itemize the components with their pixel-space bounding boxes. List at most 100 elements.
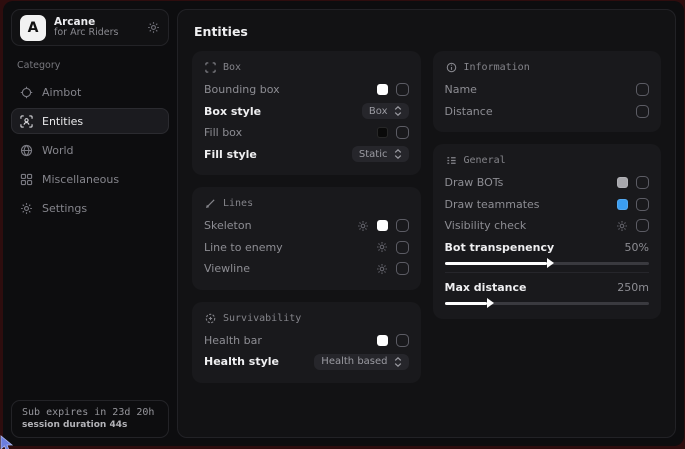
- setting-label: Health bar: [204, 334, 377, 347]
- fill-box-checkbox[interactable]: [396, 126, 409, 139]
- draw-teammates-checkbox[interactable]: [636, 198, 649, 211]
- bounding-box-checkbox[interactable]: [396, 83, 409, 96]
- updown-arrows-icon: [394, 149, 402, 159]
- updown-arrows-icon: [394, 106, 402, 116]
- setting-label: Max distance: [445, 281, 618, 294]
- page-title: Entities: [194, 24, 661, 39]
- sidebar-item-label: Miscellaneous: [42, 173, 119, 186]
- section-title: Survivability: [223, 313, 301, 324]
- brand-gear-icon[interactable]: [147, 21, 160, 34]
- setting-label: Bounding box: [204, 83, 377, 96]
- updown-arrows-icon: [394, 357, 402, 367]
- color-swatch[interactable]: [377, 335, 388, 346]
- setting-label: Fill box: [204, 126, 377, 139]
- sidebar-item-settings[interactable]: Settings: [11, 195, 169, 221]
- sidebar-item-label: World: [42, 144, 74, 157]
- sidebar-item-label: Entities: [42, 115, 83, 128]
- setting-row-health-bar: Health bar: [204, 330, 409, 352]
- setting-row-box-style: Box style Box: [204, 101, 409, 123]
- setting-label: Box style: [204, 105, 362, 118]
- setting-row-draw-teammates: Draw teammates: [445, 194, 650, 216]
- app-logo: A: [20, 15, 46, 41]
- divider: [445, 272, 650, 273]
- slider-value: 250m: [617, 281, 649, 294]
- scan-person-icon: [20, 115, 33, 128]
- box-card: Box Bounding box Box style: [192, 51, 421, 175]
- skeleton-checkbox[interactable]: [396, 219, 409, 232]
- gear-icon: [20, 202, 33, 215]
- list-icon: [446, 155, 457, 166]
- name-checkbox[interactable]: [636, 83, 649, 96]
- section-title: General: [464, 155, 506, 166]
- setting-label: Viewline: [204, 262, 376, 275]
- bot-transparency-slider[interactable]: [445, 262, 650, 265]
- color-swatch[interactable]: [377, 84, 388, 95]
- setting-row-health-style: Health style Health based: [204, 351, 409, 373]
- setting-row-fill-box: Fill box: [204, 122, 409, 144]
- slider-thumb[interactable]: [487, 298, 494, 308]
- section-title: Box: [223, 62, 241, 73]
- slider-value: 50%: [625, 241, 649, 254]
- draw-bots-checkbox[interactable]: [636, 176, 649, 189]
- right-column: Information Name Distance: [433, 51, 662, 319]
- setting-label: Fill style: [204, 148, 352, 161]
- general-card: General Draw BOTs Draw teammates: [433, 144, 662, 319]
- section-title: Information: [464, 62, 530, 73]
- distance-checkbox[interactable]: [636, 105, 649, 118]
- max-distance-slider[interactable]: [445, 302, 650, 305]
- visibility-check-checkbox[interactable]: [636, 219, 649, 232]
- line-icon: [205, 198, 216, 209]
- fill-style-select[interactable]: Static: [352, 146, 409, 162]
- sidebar-item-aimbot[interactable]: Aimbot: [11, 79, 169, 105]
- color-swatch[interactable]: [617, 177, 628, 188]
- entities-panel: Entities Box: [177, 9, 676, 438]
- sidebar-item-entities[interactable]: Entities: [11, 108, 169, 134]
- max-distance-group: Max distance 250m: [445, 279, 650, 305]
- setting-row-distance: Distance: [445, 101, 650, 123]
- setting-label: Draw teammates: [445, 198, 618, 211]
- sidebar-item-world[interactable]: World: [11, 137, 169, 163]
- setting-label: Draw BOTs: [445, 176, 618, 189]
- setting-label: Distance: [445, 105, 637, 118]
- setting-row-viewline: Viewline: [204, 258, 409, 280]
- bot-transparency-group: Bot transpenency 50%: [445, 239, 650, 265]
- health-style-select[interactable]: Health based: [314, 354, 408, 370]
- info-icon: [446, 62, 457, 73]
- row-gear-icon[interactable]: [616, 220, 628, 232]
- slider-thumb[interactable]: [547, 258, 554, 268]
- setting-label: Skeleton: [204, 219, 357, 232]
- sidebar-item-label: Settings: [42, 202, 87, 215]
- session-duration-text: session duration 44s: [22, 420, 158, 430]
- section-title: Lines: [223, 198, 253, 209]
- setting-label: Visibility check: [445, 219, 617, 232]
- setting-row-visibility-check: Visibility check: [445, 215, 650, 237]
- line-to-enemy-checkbox[interactable]: [396, 241, 409, 254]
- setting-label: Line to enemy: [204, 241, 376, 254]
- box-style-select[interactable]: Box: [362, 103, 409, 119]
- viewline-checkbox[interactable]: [396, 262, 409, 275]
- setting-row-skeleton: Skeleton: [204, 215, 409, 237]
- sidebar: A Arcane for Arc Riders Category: [3, 1, 177, 446]
- color-swatch[interactable]: [377, 220, 388, 231]
- health-bar-checkbox[interactable]: [396, 334, 409, 347]
- setting-row-line-to-enemy: Line to enemy: [204, 237, 409, 259]
- color-swatch[interactable]: [377, 127, 388, 138]
- row-gear-icon[interactable]: [376, 241, 388, 253]
- setting-row-draw-bots: Draw BOTs: [445, 172, 650, 194]
- information-card: Information Name Distance: [433, 51, 662, 132]
- box-brackets-icon: [205, 62, 216, 73]
- color-swatch[interactable]: [617, 199, 628, 210]
- sidebar-item-miscellaneous[interactable]: Miscellaneous: [11, 166, 169, 192]
- setting-row-bounding-box: Bounding box: [204, 79, 409, 101]
- sidebar-nav: Aimbot Entities: [11, 79, 169, 221]
- brand-card: A Arcane for Arc Riders: [11, 9, 169, 46]
- health-icon: [205, 313, 216, 324]
- setting-label: Bot transpenency: [445, 241, 625, 254]
- left-column: Box Bounding box Box style: [192, 51, 421, 383]
- app-window: A Arcane for Arc Riders Category: [3, 1, 684, 446]
- crosshair-icon: [20, 86, 33, 99]
- sidebar-item-label: Aimbot: [42, 86, 81, 99]
- row-gear-icon[interactable]: [357, 220, 369, 232]
- setting-label: Name: [445, 83, 637, 96]
- row-gear-icon[interactable]: [376, 263, 388, 275]
